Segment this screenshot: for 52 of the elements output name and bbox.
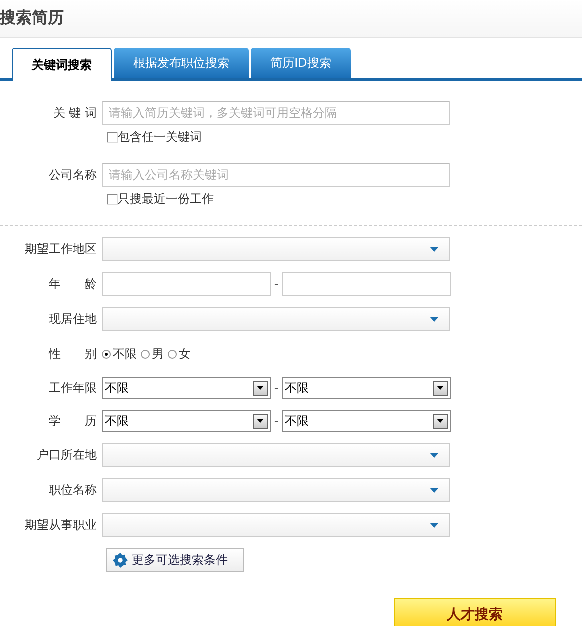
tab[interactable]: 根据发布职位搜索 bbox=[114, 48, 249, 78]
tab[interactable]: 关键词搜索 bbox=[12, 48, 112, 81]
field-label: 期望从事职业 bbox=[24, 516, 98, 534]
field-label: 性 别 bbox=[48, 346, 98, 362]
range-separator: - bbox=[273, 381, 280, 395]
dropdown-arrow-icon bbox=[430, 246, 439, 252]
dropdown-arrow-icon bbox=[257, 386, 264, 390]
select-field[interactable]: 不限 bbox=[282, 410, 451, 432]
radio-button[interactable] bbox=[102, 350, 111, 358]
select-field[interactable]: 不限 bbox=[102, 410, 271, 432]
checkbox[interactable] bbox=[107, 194, 118, 205]
dropdown-arrow-icon bbox=[437, 386, 444, 390]
range-separator: - bbox=[273, 277, 280, 291]
checkbox[interactable] bbox=[107, 132, 118, 143]
dropdown-field[interactable] bbox=[102, 478, 450, 502]
dropdown-field[interactable] bbox=[102, 513, 450, 537]
checkbox-label: 只搜最近一份工作 bbox=[118, 191, 214, 208]
field-label: 年 龄 bbox=[48, 276, 98, 292]
field-label: 学 历 bbox=[48, 412, 98, 430]
input-field[interactable] bbox=[102, 272, 271, 296]
radio-button[interactable] bbox=[141, 350, 150, 358]
gear-icon bbox=[113, 552, 128, 568]
range-separator: - bbox=[273, 414, 280, 428]
radio-button[interactable] bbox=[168, 350, 177, 358]
select-field[interactable]: 不限 bbox=[282, 377, 451, 399]
dropdown-arrow-icon bbox=[430, 452, 439, 458]
checkbox-label: 包含任一关键词 bbox=[118, 129, 202, 146]
tab[interactable]: 简历ID搜索 bbox=[251, 48, 351, 78]
dropdown-arrow-icon bbox=[430, 522, 439, 528]
input-field[interactable] bbox=[282, 272, 451, 296]
field-label: 户口所在地 bbox=[36, 446, 98, 464]
field-label: 现居住地 bbox=[48, 310, 98, 328]
dropdown-arrow-icon bbox=[257, 419, 264, 423]
dropdown-field[interactable] bbox=[102, 307, 450, 331]
field-label: 公司名称 bbox=[48, 166, 98, 184]
dropdown-field[interactable] bbox=[102, 237, 450, 261]
dropdown-arrow-icon bbox=[430, 316, 439, 322]
input-field[interactable]: 请输入简历关键词，多关键词可用空格分隔 bbox=[102, 101, 450, 125]
field-label: 关 键 词 bbox=[52, 104, 98, 122]
dropdown-arrow-icon bbox=[437, 419, 444, 423]
field-label: 职位名称 bbox=[48, 482, 98, 498]
dropdown-field[interactable] bbox=[102, 443, 450, 467]
more-options-button[interactable]: 更多可选搜索条件 bbox=[106, 548, 244, 572]
radio-label: 女 bbox=[179, 346, 191, 362]
search-button[interactable]: 人才搜索 bbox=[394, 598, 556, 626]
field-label: 工作年限 bbox=[48, 380, 98, 396]
radio-label: 不限 bbox=[113, 346, 137, 362]
input-field[interactable]: 请输入公司名称关键词 bbox=[102, 163, 450, 187]
select-field[interactable]: 不限 bbox=[102, 377, 271, 399]
field-label: 期望工作地区 bbox=[24, 240, 98, 258]
radio-label: 男 bbox=[152, 346, 164, 362]
dropdown-arrow-icon bbox=[430, 488, 439, 492]
